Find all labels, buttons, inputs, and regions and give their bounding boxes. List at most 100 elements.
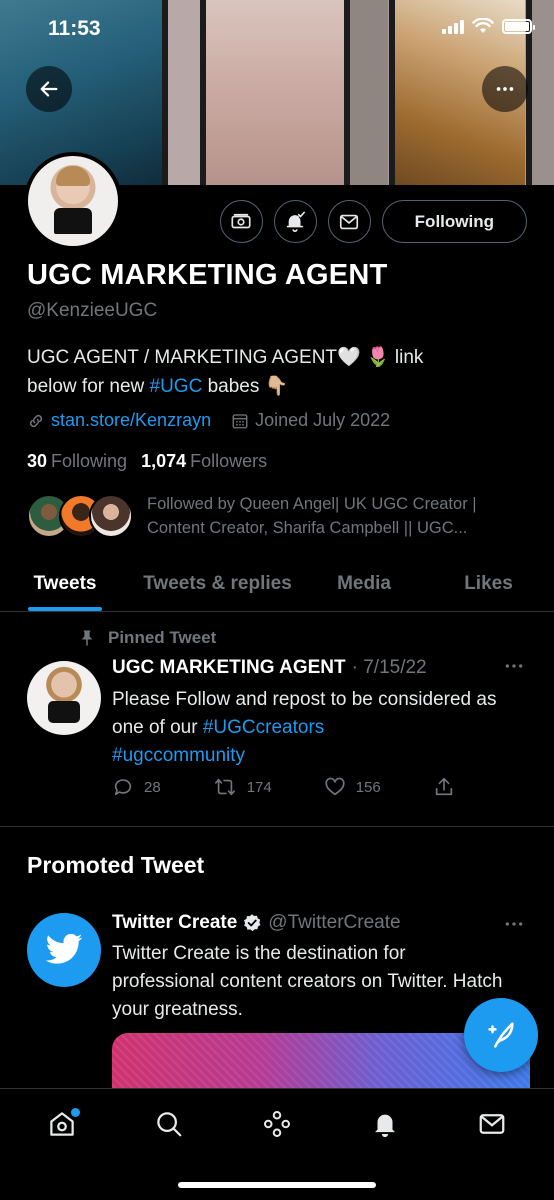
tweet-author-name[interactable]: UGC MARKETING AGENT — [112, 657, 346, 679]
twitter-bird-icon — [45, 933, 83, 964]
like-button[interactable]: 156 — [324, 776, 381, 798]
arrow-left-icon — [40, 81, 58, 97]
home-indicator[interactable] — [178, 1182, 376, 1188]
wifi-icon — [472, 18, 494, 33]
retweet-button[interactable]: 174 — [213, 776, 272, 798]
bell-check-icon — [287, 211, 306, 232]
tweet-text: Please Follow and repost to be considere… — [112, 686, 527, 770]
profile-actions: Following — [219, 200, 527, 243]
more-horizontal-icon — [505, 664, 523, 668]
profile-avatar[interactable] — [24, 152, 122, 250]
promoted-author-name[interactable]: Twitter Create — [112, 912, 237, 934]
profile-website-link[interactable]: stan.store/Kenzrayn — [51, 410, 211, 431]
pinned-tweet-label: Pinned Tweet — [78, 628, 216, 648]
mail-icon — [340, 214, 359, 229]
profile-handle: @KenzieeUGC — [27, 300, 158, 321]
share-icon — [435, 777, 452, 796]
follow-stats: 30 Following 1,074 Followers — [27, 451, 267, 472]
bio-text: babes 👇🏼 — [202, 376, 289, 397]
heart-icon — [325, 777, 345, 796]
promoted-author-handle: @TwitterCreate — [268, 912, 401, 933]
tweet-actions: 28 174 156 — [112, 776, 455, 798]
followers-label: Followers — [190, 451, 268, 471]
pin-icon — [81, 630, 93, 646]
compose-tweet-icon — [488, 1022, 514, 1048]
nav-notifications[interactable] — [357, 1096, 413, 1152]
bio-text: UGC AGENT / MARKETING AGENT🤍 🌷 link — [27, 347, 424, 368]
profile-bio: UGC AGENT / MARKETING AGENT🤍 🌷 link belo… — [27, 343, 527, 401]
calendar-icon — [232, 413, 248, 428]
tab-media[interactable]: Media — [305, 556, 423, 611]
share-button[interactable] — [433, 776, 455, 798]
profile-tabs: Tweets Tweets & replies Media Likes — [0, 556, 554, 612]
messages-icon — [479, 1114, 505, 1134]
promoted-section-title: Promoted Tweet — [27, 852, 205, 878]
tweet-date: · 7/15/22 — [351, 657, 427, 678]
nav-home[interactable] — [34, 1096, 90, 1152]
reply-icon — [114, 779, 132, 796]
notifications-toggle-button[interactable] — [273, 200, 317, 243]
back-button[interactable] — [26, 66, 72, 112]
nav-messages[interactable] — [464, 1096, 520, 1152]
following-label: Following — [51, 451, 128, 471]
status-icons — [442, 18, 535, 34]
promoted-tweet-header: Twitter Create @TwitterCreate — [112, 912, 401, 934]
home-unread-dot — [70, 1108, 80, 1117]
retweet-count: 174 — [246, 778, 272, 796]
notifications-icon — [374, 1114, 395, 1138]
tip-button[interactable] — [219, 200, 263, 243]
avatar-hair — [56, 166, 90, 186]
link-icon — [29, 414, 43, 427]
tweet-author-avatar[interactable] — [27, 661, 101, 735]
banner-photo-6 — [532, 0, 554, 185]
following-button[interactable]: Following — [381, 200, 527, 243]
section-divider — [0, 826, 554, 827]
compose-tweet-button[interactable] — [464, 998, 538, 1072]
reply-button[interactable]: 28 — [112, 776, 161, 798]
profile-meta: stan.store/Kenzrayn Joined July 2022 — [27, 410, 390, 431]
promoted-tweet-text: Twitter Create is the destination for pr… — [112, 943, 503, 1020]
tweet-more-button[interactable] — [504, 656, 524, 679]
bio-hashtag-link[interactable]: #UGC — [150, 376, 203, 397]
tab-tweets-replies[interactable]: Tweets & replies — [130, 556, 305, 611]
followers-count-link[interactable]: 1,074 Followers — [141, 451, 267, 472]
profile-link-item[interactable]: stan.store/Kenzrayn — [27, 410, 211, 431]
more-options-button[interactable] — [482, 66, 528, 112]
nav-search[interactable] — [141, 1096, 197, 1152]
pinned-label-text: Pinned Tweet — [108, 628, 217, 647]
signal-icon — [442, 18, 464, 34]
followed-by-text: Followed by Queen Angel| UK UGC Creator … — [147, 495, 477, 537]
joined-date-item: Joined July 2022 — [231, 410, 390, 431]
more-horizontal-icon — [496, 87, 514, 91]
tweet-header: UGC MARKETING AGENT · 7/15/22 — [112, 657, 427, 679]
joined-date: Joined July 2022 — [255, 410, 391, 430]
promoted-author-avatar[interactable] — [27, 913, 101, 987]
hashtag-link[interactable]: #ugccommunity — [112, 745, 245, 766]
like-count: 156 — [355, 778, 381, 796]
status-time: 11:53 — [48, 17, 101, 40]
hashtag-link[interactable]: #UGCcreators — [203, 717, 324, 738]
following-count-link[interactable]: 30 Following — [27, 451, 127, 472]
promoted-more-button[interactable] — [504, 914, 524, 937]
avatar-outfit — [48, 701, 80, 723]
nav-spaces[interactable] — [249, 1096, 305, 1152]
reply-count: 28 — [144, 778, 161, 796]
verified-badge-icon — [244, 914, 261, 932]
following-count: 30 — [27, 451, 48, 471]
tab-tweets[interactable]: Tweets — [0, 556, 130, 611]
banner-photo-3 — [206, 0, 344, 185]
more-horizontal-icon — [505, 922, 523, 926]
avatar — [89, 494, 133, 538]
spaces-icon — [263, 1111, 290, 1137]
followed-by-row[interactable]: Followed by Queen Angel| UK UGC Creator … — [27, 492, 517, 540]
search-icon — [157, 1112, 182, 1137]
retweet-icon — [214, 778, 235, 796]
tab-likes[interactable]: Likes — [423, 556, 554, 611]
profile-name: UGC MARKETING AGENT — [27, 259, 388, 291]
battery-icon — [502, 18, 535, 34]
followers-count: 1,074 — [141, 451, 187, 471]
message-button[interactable] — [327, 200, 371, 243]
mutual-followers-avatars — [27, 492, 137, 540]
banner-photo-4 — [350, 0, 388, 185]
bio-text: below for new — [27, 376, 150, 397]
